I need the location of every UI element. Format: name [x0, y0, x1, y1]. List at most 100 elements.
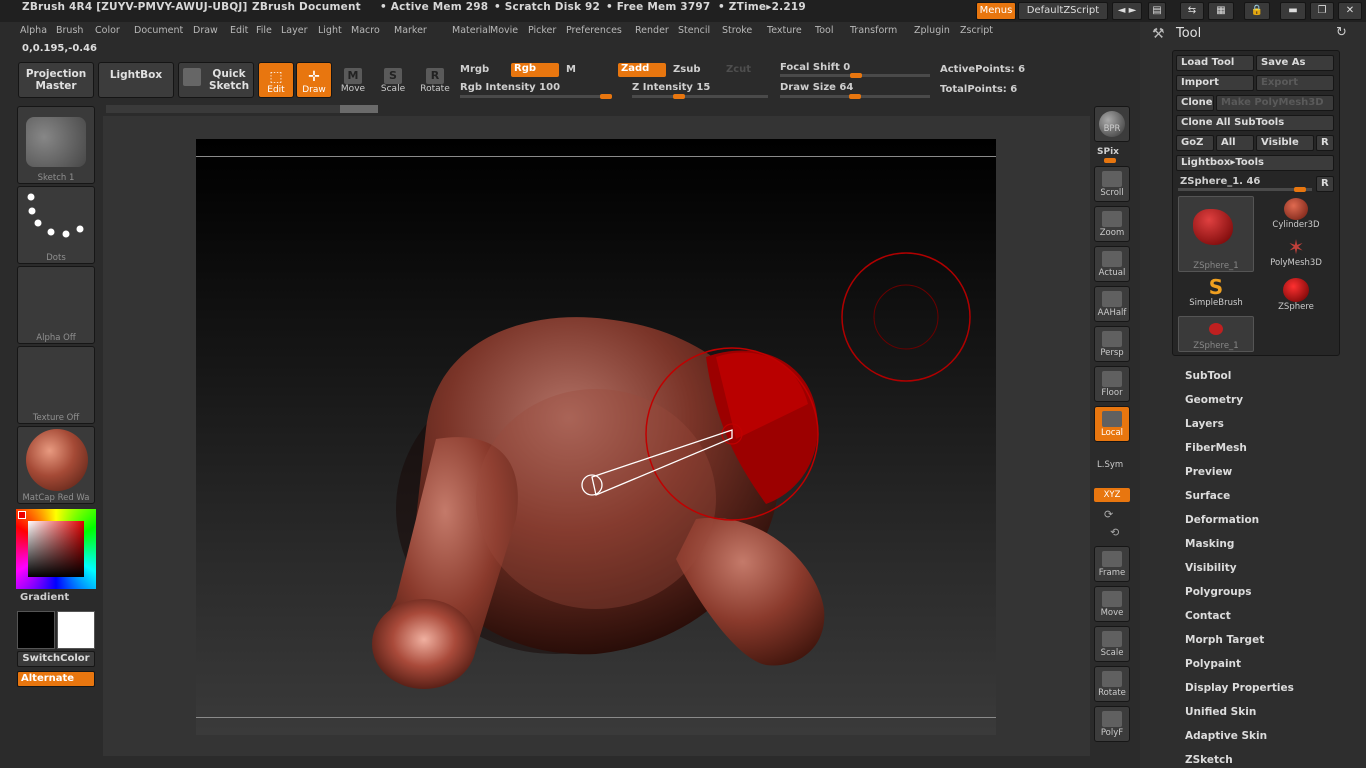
- tool-thumb-polymesh3d[interactable]: ✶ PolyMesh3D: [1258, 236, 1334, 274]
- tool-thumb-cylinder3d[interactable]: Cylinder3D: [1258, 196, 1334, 234]
- rgb-intensity-knob[interactable]: [600, 94, 612, 99]
- alternate-button[interactable]: Alternate: [17, 671, 95, 687]
- menu-light[interactable]: Light: [318, 25, 342, 36]
- panel-icon[interactable]: ▤: [1148, 2, 1166, 20]
- tool-thumb-simplebrush[interactable]: S SimpleBrush: [1178, 276, 1254, 314]
- tool-menu-zsketch[interactable]: ZSketch: [1185, 754, 1233, 766]
- lightbox-button[interactable]: LightBox: [98, 62, 174, 98]
- goz-r-button[interactable]: R: [1316, 135, 1334, 151]
- tool-menu-adaptive-skin[interactable]: Adaptive Skin: [1185, 730, 1267, 742]
- color-picker[interactable]: [16, 509, 96, 589]
- material-thumbnail[interactable]: MatCap Red Wa: [17, 426, 95, 504]
- local-shelf-button[interactable]: Local: [1094, 406, 1130, 442]
- menu-zscript[interactable]: Zscript: [960, 25, 993, 36]
- swap-icon[interactable]: ⇆: [1180, 2, 1204, 20]
- sketch-thumbnail[interactable]: Sketch 1: [17, 106, 95, 184]
- edit-button[interactable]: ⬚ Edit: [258, 62, 294, 98]
- minimize-icon[interactable]: ▬: [1280, 2, 1306, 20]
- rotate-shelf-button[interactable]: Rotate: [1094, 666, 1130, 702]
- menus-button[interactable]: Menus: [976, 2, 1016, 20]
- zadd-button[interactable]: Zadd: [618, 63, 666, 77]
- main-color-swatch[interactable]: [57, 611, 95, 649]
- restore-icon[interactable]: ❐: [1310, 2, 1334, 20]
- color-picker-square[interactable]: [28, 521, 84, 577]
- draw-button[interactable]: ✛ Draw: [296, 62, 332, 98]
- switch-color-button[interactable]: SwitchColor: [17, 651, 95, 667]
- lightbox-tools-button[interactable]: Lightbox▸Tools: [1176, 155, 1334, 171]
- canvas-scroll-thumb[interactable]: [340, 105, 378, 113]
- scroll-shelf-button[interactable]: Scroll: [1094, 166, 1130, 202]
- menu-draw[interactable]: Draw: [193, 25, 218, 36]
- document-canvas[interactable]: [196, 139, 996, 735]
- zcut-button[interactable]: Zcut: [726, 64, 751, 75]
- z-intensity-slider[interactable]: [632, 95, 768, 98]
- focal-shift-knob[interactable]: [850, 73, 862, 78]
- tool-menu-unified-skin[interactable]: Unified Skin: [1185, 706, 1256, 718]
- tool-menu-surface[interactable]: Surface: [1185, 490, 1230, 502]
- tool-menu-polygroups[interactable]: Polygroups: [1185, 586, 1252, 598]
- dots-stroke-thumbnail[interactable]: Dots: [17, 186, 95, 264]
- projection-master-button[interactable]: Projection Master: [18, 62, 94, 98]
- menu-macro[interactable]: Macro: [351, 25, 380, 36]
- tool-r-button[interactable]: R: [1316, 176, 1334, 192]
- menu-stroke[interactable]: Stroke: [722, 25, 752, 36]
- tool-menu-visibility[interactable]: Visibility: [1185, 562, 1237, 574]
- goz-visible-button[interactable]: Visible: [1256, 135, 1314, 151]
- current-tool-knob[interactable]: [1294, 187, 1306, 192]
- zsphere-model[interactable]: [196, 139, 996, 735]
- menu-picker[interactable]: Picker: [528, 25, 556, 36]
- clone-button[interactable]: Clone: [1176, 95, 1214, 111]
- z-intensity-knob[interactable]: [673, 94, 685, 99]
- scale-shelf-button[interactable]: Scale: [1094, 626, 1130, 662]
- tool-thumb-zsphere1-copy[interactable]: ZSphere_1: [1178, 316, 1254, 352]
- import-button[interactable]: Import: [1176, 75, 1254, 91]
- rotate-z-icon[interactable]: ⟲: [1110, 526, 1119, 539]
- floor-shelf-button[interactable]: Floor: [1094, 366, 1130, 402]
- close-icon[interactable]: ✕: [1338, 2, 1362, 20]
- texture-thumbnail[interactable]: Texture Off: [17, 346, 95, 424]
- xyz-button[interactable]: XYZ: [1094, 488, 1130, 502]
- frame-shelf-button[interactable]: Frame: [1094, 546, 1130, 582]
- make-polymesh-button[interactable]: Make PolyMesh3D: [1216, 95, 1334, 111]
- tool-reset-icon[interactable]: ↻: [1336, 25, 1347, 40]
- tool-menu-display-properties[interactable]: Display Properties: [1185, 682, 1294, 694]
- mrgb-button[interactable]: Mrgb: [460, 64, 489, 75]
- zsub-button[interactable]: Zsub: [673, 64, 700, 75]
- save-as-button[interactable]: Save As: [1256, 55, 1334, 71]
- tool-menu-subtool[interactable]: SubTool: [1185, 370, 1231, 382]
- tool-menu-contact[interactable]: Contact: [1185, 610, 1231, 622]
- scale-button[interactable]: S Scale: [375, 62, 411, 98]
- rgb-intensity-slider[interactable]: [460, 95, 610, 98]
- current-tool-slider[interactable]: [1178, 188, 1312, 191]
- menu-file[interactable]: File: [256, 25, 272, 36]
- draw-size-knob[interactable]: [849, 94, 861, 99]
- rotate-button[interactable]: R Rotate: [417, 62, 453, 98]
- spix-slider-knob[interactable]: [1104, 158, 1116, 163]
- tool-menu-polypaint[interactable]: Polypaint: [1185, 658, 1241, 670]
- menu-alpha[interactable]: Alpha: [20, 25, 47, 36]
- canvas-top-scrollbar[interactable]: [106, 105, 378, 113]
- tool-thumb-zsphere1-active[interactable]: ZSphere_1: [1178, 196, 1254, 272]
- move-button[interactable]: M Move: [335, 62, 371, 98]
- menu-brush[interactable]: Brush: [56, 25, 83, 36]
- aahalf-shelf-button[interactable]: AAHalf: [1094, 286, 1130, 322]
- menu-render[interactable]: Render: [635, 25, 669, 36]
- goz-button[interactable]: GoZ: [1176, 135, 1214, 151]
- menu-material[interactable]: Material: [452, 25, 491, 36]
- menu-zplugin[interactable]: Zplugin: [914, 25, 950, 36]
- goz-all-button[interactable]: All: [1216, 135, 1254, 151]
- menu-layer[interactable]: Layer: [281, 25, 308, 36]
- alpha-thumbnail[interactable]: Alpha Off: [17, 266, 95, 344]
- rotate-y-icon[interactable]: ⟳: [1104, 508, 1113, 521]
- polyf-shelf-button[interactable]: PolyF: [1094, 706, 1130, 742]
- default-zscript-button[interactable]: DefaultZScript: [1018, 2, 1108, 20]
- tool-menu-layers[interactable]: Layers: [1185, 418, 1224, 430]
- layout-icon[interactable]: ▦: [1208, 2, 1234, 20]
- tool-thumb-zsphere[interactable]: ZSphere: [1258, 276, 1334, 314]
- rgb-button[interactable]: Rgb: [511, 63, 559, 77]
- menu-marker[interactable]: Marker: [394, 25, 427, 36]
- menu-texture[interactable]: Texture: [767, 25, 802, 36]
- tool-menu-fibermesh[interactable]: FiberMesh: [1185, 442, 1247, 454]
- menu-transform[interactable]: Transform: [850, 25, 897, 36]
- load-tool-button[interactable]: Load Tool: [1176, 55, 1254, 71]
